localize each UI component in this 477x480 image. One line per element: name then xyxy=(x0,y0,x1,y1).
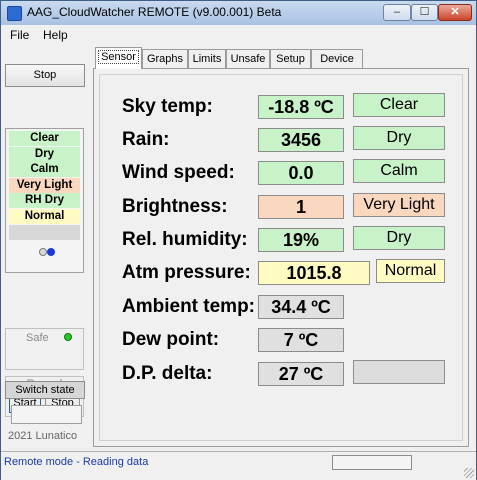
indicator-dot-gray xyxy=(39,248,47,256)
status-text: Remote mode - Reading data xyxy=(4,456,149,468)
conditions-panel: Clear Dry Calm Very Light RH Dry Normal xyxy=(5,128,84,273)
reading-value: 3456 xyxy=(258,128,344,152)
condition-calm: Calm xyxy=(9,162,80,178)
reading-status-badge: Calm xyxy=(353,159,445,183)
readings-area: Sky temp: -18.8 ºC Clear Rain: 3456 Dry Wind s… xyxy=(99,74,463,441)
reading-value: 7 ºC xyxy=(258,328,344,352)
reading-value: 34.4 ºC xyxy=(258,295,344,319)
window-title: AAG_CloudWatcher REMOTE (v9.00.001) Beta xyxy=(27,5,282,19)
tab-graphs[interactable]: Graphs xyxy=(142,49,188,68)
reading-value: -18.8 ºC xyxy=(258,95,344,119)
minimize-icon: – xyxy=(393,6,401,18)
minimize-button[interactable]: – xyxy=(383,4,411,21)
reading-label: Brightness: xyxy=(122,196,228,217)
reading-label: D.P. delta: xyxy=(122,363,213,384)
sidebar: Stop Clear Dry Calm Very Light RH Dry Normal … xyxy=(1,45,92,451)
reading-value: 1 xyxy=(258,195,344,219)
reading-value: 1015.8 xyxy=(258,261,370,285)
reading-status-badge: Dry xyxy=(353,226,445,250)
title-bar[interactable]: AAG_CloudWatcher REMOTE (v9.00.001) Beta… xyxy=(1,1,476,25)
reading-label: Atm pressure: xyxy=(122,262,251,283)
reading-label: Rain: xyxy=(122,129,170,150)
tab-sensor[interactable]: Sensor xyxy=(95,47,142,69)
maximize-icon: ☐ xyxy=(419,6,430,18)
safe-panel: Safe xyxy=(5,328,84,370)
tab-setup[interactable]: Setup xyxy=(270,49,311,68)
tab-unsafe[interactable]: Unsafe xyxy=(226,49,270,68)
reading-label: Rel. humidity: xyxy=(122,229,248,250)
condition-normal: Normal xyxy=(9,209,80,224)
condition-dry: Dry xyxy=(9,146,80,162)
close-button[interactable]: ✕ xyxy=(438,4,472,21)
tab-device[interactable]: Device xyxy=(311,49,363,68)
menu-help[interactable]: Help xyxy=(43,28,68,42)
copyright-label: 2021 Lunatico xyxy=(8,430,78,442)
reading-label: Wind speed: xyxy=(122,162,235,183)
switch-state-field xyxy=(11,405,82,424)
condition-clear: Clear xyxy=(9,131,80,146)
reading-status-badge xyxy=(353,360,445,384)
condition-very-light: Very Light xyxy=(9,177,80,193)
reading-label: Sky temp: xyxy=(122,96,213,117)
status-progress-field xyxy=(332,455,412,470)
menu-bar: File Help xyxy=(1,26,476,45)
stop-button[interactable]: Stop xyxy=(5,64,85,87)
app-window: AAG_CloudWatcher REMOTE (v9.00.001) Beta… xyxy=(0,0,477,480)
safe-led-icon xyxy=(64,333,72,341)
reading-status-badge: Very Light xyxy=(353,193,445,217)
safe-label: Safe xyxy=(26,332,49,344)
menu-file[interactable]: File xyxy=(10,28,29,42)
switch-state-button[interactable]: Switch state xyxy=(5,381,85,399)
reading-status-badge: Clear xyxy=(353,93,445,117)
reading-value: 0.0 xyxy=(258,161,344,185)
maximize-button[interactable]: ☐ xyxy=(411,4,438,21)
condition-rh-dry: RH Dry xyxy=(9,193,80,209)
reading-value: 27 ºC xyxy=(258,362,344,386)
reading-status-badge: Normal xyxy=(376,259,445,283)
indicator-dot-blue xyxy=(47,248,55,256)
app-icon xyxy=(7,6,22,21)
status-bar: Remote mode - Reading data xyxy=(1,451,476,480)
reading-label: Dew point: xyxy=(122,329,220,350)
reading-label: Ambient temp: xyxy=(122,296,255,317)
condition-empty-slot xyxy=(9,225,80,240)
reading-status-badge: Dry xyxy=(353,126,445,150)
close-icon: ✕ xyxy=(450,6,460,18)
resize-grip-icon[interactable] xyxy=(464,468,474,478)
reading-value: 19% xyxy=(258,228,344,252)
sensor-panel: Sky temp: -18.8 ºC Clear Rain: 3456 Dry Wind s… xyxy=(93,68,469,447)
tab-limits[interactable]: Limits xyxy=(188,49,226,68)
